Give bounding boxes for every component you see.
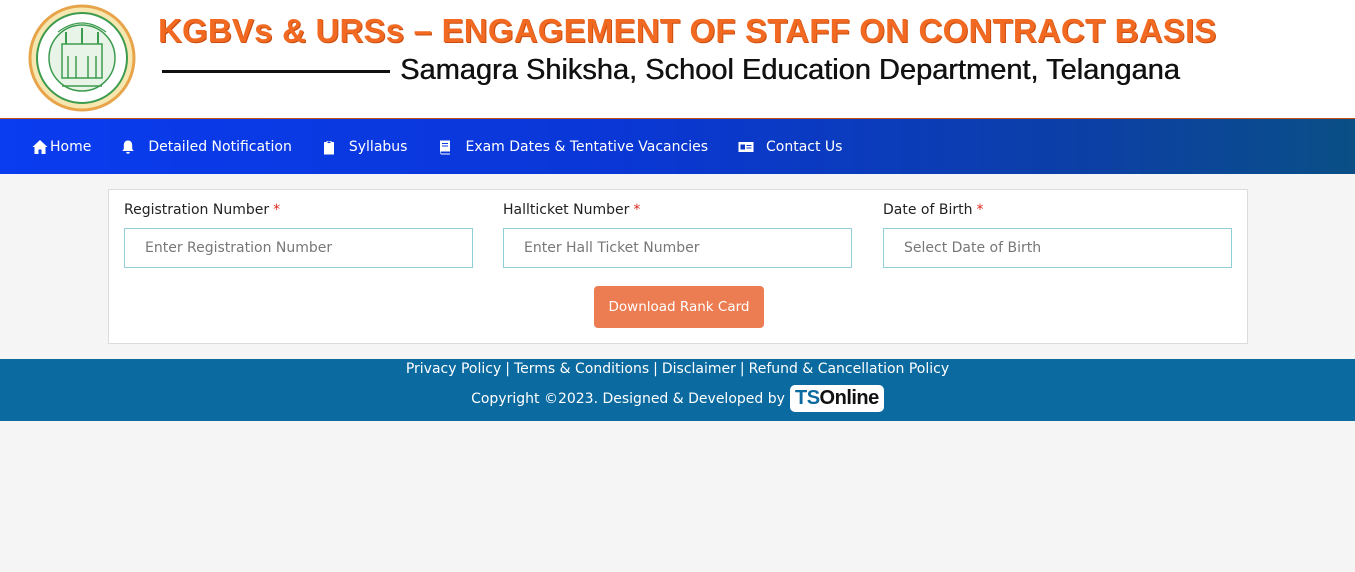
tsonline-logo[interactable]: TS Online <box>789 385 884 412</box>
registration-number-input[interactable] <box>124 228 473 268</box>
required-asterisk: * <box>273 202 281 218</box>
disclaimer-link[interactable]: Disclaimer <box>662 361 736 377</box>
nav-item-contact-us[interactable]: Contact Us <box>738 139 842 155</box>
required-asterisk: * <box>633 202 641 218</box>
date-of-birth-field: Date of Birth * <box>883 202 1232 268</box>
page-title: KGBVs & URSs – ENGAGEMENT OF STAFF ON CO… <box>158 12 1217 49</box>
main-navigation: Home Detailed Notification Syllabus Exam… <box>0 118 1355 174</box>
clipboard-icon <box>321 139 337 155</box>
link-separator: | <box>739 361 745 377</box>
link-separator: | <box>505 361 510 377</box>
rank-card-form: Registration Number* Hallticket Number* … <box>108 189 1248 344</box>
required-asterisk: * <box>976 202 984 218</box>
title-divider <box>162 70 390 73</box>
nav-item-detailed-notification[interactable]: Detailed Notification <box>120 139 292 155</box>
footer-links: Privacy Policy | Terms & Conditions | Discla… <box>0 361 1355 377</box>
registration-number-field: Registration Number * <box>124 202 473 268</box>
date-of-birth-input[interactable] <box>883 228 1232 268</box>
nav-item-syllabus[interactable]: Syllabus <box>321 138 408 155</box>
site-header: KGBVs & URSs – ENGAGEMENT OF STAFF ON CO… <box>0 0 1355 118</box>
bell-icon <box>120 139 136 155</box>
download-rank-card-button[interactable]: Download Rank Card <box>594 286 764 328</box>
hallticket-number-field: Hallticket Number * <box>503 202 852 268</box>
terms-conditions-link[interactable]: Terms & Conditions <box>514 361 649 377</box>
nav-label-contact-us: Contact Us <box>766 138 843 155</box>
privacy-policy-link[interactable]: Privacy Policy <box>406 361 501 377</box>
nav-label-home: Home <box>50 138 92 155</box>
nav-item-home[interactable]: Home <box>32 139 91 155</box>
nav-label-exam-dates: Exam Dates & Tentative Vacancies <box>465 138 709 155</box>
copyright-text: Copyright ©2023. Designed & Developed by <box>471 390 785 407</box>
logo-ts-text: TS <box>794 387 820 409</box>
site-footer: Privacy Policy | Terms & Conditions | Discla… <box>0 359 1355 421</box>
hallticket-number-label: Hallticket Number * <box>503 202 641 218</box>
book-icon <box>437 139 453 155</box>
page-subtitle: Samagra Shiksha, School Education Depart… <box>400 54 1180 86</box>
telangana-emblem-icon <box>28 4 136 112</box>
hallticket-number-input[interactable] <box>503 228 852 268</box>
id-card-icon <box>738 139 754 155</box>
nav-label-syllabus: Syllabus <box>348 138 408 155</box>
registration-number-label: Registration Number * <box>124 202 281 218</box>
home-icon <box>32 139 48 155</box>
link-separator: | <box>653 361 658 377</box>
copyright-row: Copyright ©2023. Designed & Developed by… <box>0 385 1355 412</box>
nav-item-exam-dates[interactable]: Exam Dates & Tentative Vacancies <box>437 139 708 155</box>
refund-cancellation-link[interactable]: Refund & Cancellation Policy <box>749 361 950 377</box>
logo-online-text: Online <box>819 387 880 409</box>
nav-label-detailed-notification: Detailed Notification <box>148 138 292 155</box>
date-of-birth-label: Date of Birth * <box>883 202 984 218</box>
